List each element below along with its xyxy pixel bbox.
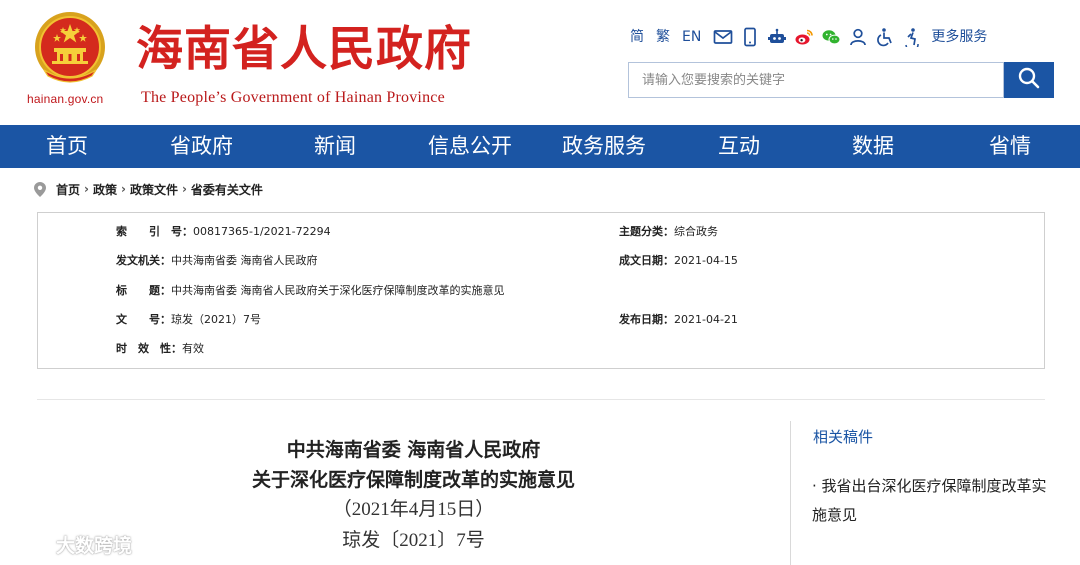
article-date: （2021年4月15日） bbox=[332, 499, 495, 520]
nav-item-provincial-government[interactable]: 省政府 bbox=[170, 125, 233, 168]
meta-validity-label: 时 效 性： bbox=[116, 342, 182, 355]
meta-doc-number: 文 号：琼发（2021）7号 bbox=[116, 313, 261, 327]
watermark-text: 大数跨境 bbox=[56, 534, 133, 557]
user-icon[interactable] bbox=[848, 27, 868, 47]
national-emblem-logo[interactable] bbox=[30, 10, 110, 88]
meta-validity-value: 有效 bbox=[182, 342, 204, 355]
meta-issuer-value: 中共海南省委 海南省人民政府 bbox=[171, 254, 318, 267]
nav-item-data[interactable]: 数据 bbox=[852, 125, 894, 168]
location-pin-icon bbox=[34, 181, 46, 197]
site-title[interactable]: 海南省人民政府 bbox=[136, 22, 472, 78]
meta-doc-number-label: 文 号： bbox=[116, 313, 171, 326]
meta-published-date: 发布日期：2021-04-21 bbox=[619, 313, 738, 327]
breadcrumb-separator: › bbox=[120, 182, 126, 196]
meta-created-value: 2021-04-15 bbox=[674, 254, 738, 267]
meta-topic-value: 综合政务 bbox=[674, 225, 718, 238]
nav-item-home[interactable]: 首页 bbox=[46, 125, 88, 168]
document-meta-box: 索 引 号：00817365-1/2021-72294 主题分类：综合政务 发文… bbox=[37, 212, 1045, 369]
breadcrumb-provincial-committee-documents[interactable]: 省委有关文件 bbox=[191, 181, 263, 198]
related-article-link[interactable]: · 我省出台深化医疗保障制度改革实施意见 bbox=[812, 472, 1052, 530]
search-box bbox=[628, 62, 1004, 98]
nav-item-interaction[interactable]: 互动 bbox=[718, 125, 760, 168]
watermark: 大数跨境 bbox=[8, 530, 132, 558]
breadcrumb-separator: › bbox=[181, 182, 187, 196]
traditional-chinese-link[interactable]: 繁 bbox=[656, 26, 670, 48]
related-articles-title: 相关稿件 bbox=[813, 428, 874, 446]
meta-topic-label: 主题分类： bbox=[619, 225, 674, 238]
more-services-link[interactable]: 更多服务 bbox=[931, 26, 987, 48]
nav-item-province-overview[interactable]: 省情 bbox=[989, 125, 1031, 168]
meta-index-label: 索 引 号： bbox=[116, 225, 193, 238]
search-icon bbox=[1017, 66, 1041, 94]
meta-issuer: 发文机关：中共海南省委 海南省人民政府 bbox=[116, 254, 318, 268]
article-doc-number: 琼发〔2021〕7号 bbox=[342, 530, 485, 551]
simplified-chinese-link[interactable]: 简 bbox=[630, 26, 644, 48]
sidebar-divider bbox=[790, 421, 791, 565]
nav-item-news[interactable]: 新闻 bbox=[314, 125, 356, 168]
accessibility-icon[interactable] bbox=[875, 27, 895, 47]
meta-doc-number-value: 琼发（2021）7号 bbox=[171, 313, 261, 326]
mail-icon[interactable] bbox=[713, 27, 733, 47]
elderly-mode-icon[interactable] bbox=[902, 27, 922, 47]
watermark-logo-icon bbox=[8, 530, 50, 558]
meta-validity: 时 效 性：有效 bbox=[116, 342, 204, 356]
meta-index-value: 00817365-1/2021-72294 bbox=[193, 225, 331, 238]
main-nav: 首页 省政府 新闻 信息公开 政务服务 互动 数据 省情 bbox=[0, 125, 1080, 168]
header-toolbar: 简 繁 EN 更多服务 bbox=[630, 26, 987, 48]
nav-item-information-disclosure[interactable]: 信息公开 bbox=[428, 125, 512, 168]
meta-created-date: 成文日期：2021-04-15 bbox=[619, 254, 738, 268]
meta-topic: 主题分类：综合政务 bbox=[619, 225, 718, 239]
meta-created-label: 成文日期： bbox=[619, 254, 674, 267]
site-header: hainan.gov.cn 海南省人民政府 The People’s Gover… bbox=[0, 0, 1080, 125]
wechat-icon[interactable] bbox=[821, 27, 841, 47]
meta-published-label: 发布日期： bbox=[619, 313, 674, 326]
meta-title-label: 标 题： bbox=[116, 284, 171, 297]
site-domain: hainan.gov.cn bbox=[27, 92, 104, 106]
breadcrumb-policy[interactable]: 政策 bbox=[93, 181, 117, 198]
article-title-line-1: 中共海南省委 海南省人民政府 bbox=[286, 439, 541, 461]
nav-item-government-services[interactable]: 政务服务 bbox=[562, 125, 646, 168]
breadcrumb-separator: › bbox=[84, 182, 89, 196]
meta-title: 标 题：中共海南省委 海南省人民政府关于深化医疗保障制度改革的实施意见 bbox=[116, 284, 505, 298]
mobile-icon[interactable] bbox=[740, 27, 760, 47]
english-link[interactable]: EN bbox=[682, 26, 701, 48]
site-subtitle: The People’s Government of Hainan Provin… bbox=[141, 89, 445, 106]
search-input[interactable] bbox=[629, 63, 1003, 97]
robot-icon[interactable] bbox=[767, 27, 787, 47]
breadcrumb-home[interactable]: 首页 bbox=[56, 181, 80, 198]
breadcrumb-policy-documents[interactable]: 政策文件 bbox=[130, 181, 178, 198]
search-button[interactable] bbox=[1004, 62, 1054, 98]
meta-issuer-label: 发文机关： bbox=[116, 254, 171, 267]
meta-index: 索 引 号：00817365-1/2021-72294 bbox=[116, 225, 331, 239]
article-title-line-2: 关于深化医疗保障制度改革的实施意见 bbox=[251, 469, 575, 491]
meta-published-value: 2021-04-21 bbox=[674, 313, 738, 326]
breadcrumb: 首页 › 政策 › 政策文件 › 省委有关文件 bbox=[34, 180, 263, 198]
content-divider bbox=[37, 399, 1045, 400]
meta-title-value: 中共海南省委 海南省人民政府关于深化医疗保障制度改革的实施意见 bbox=[171, 284, 505, 297]
weibo-icon[interactable] bbox=[794, 27, 814, 47]
